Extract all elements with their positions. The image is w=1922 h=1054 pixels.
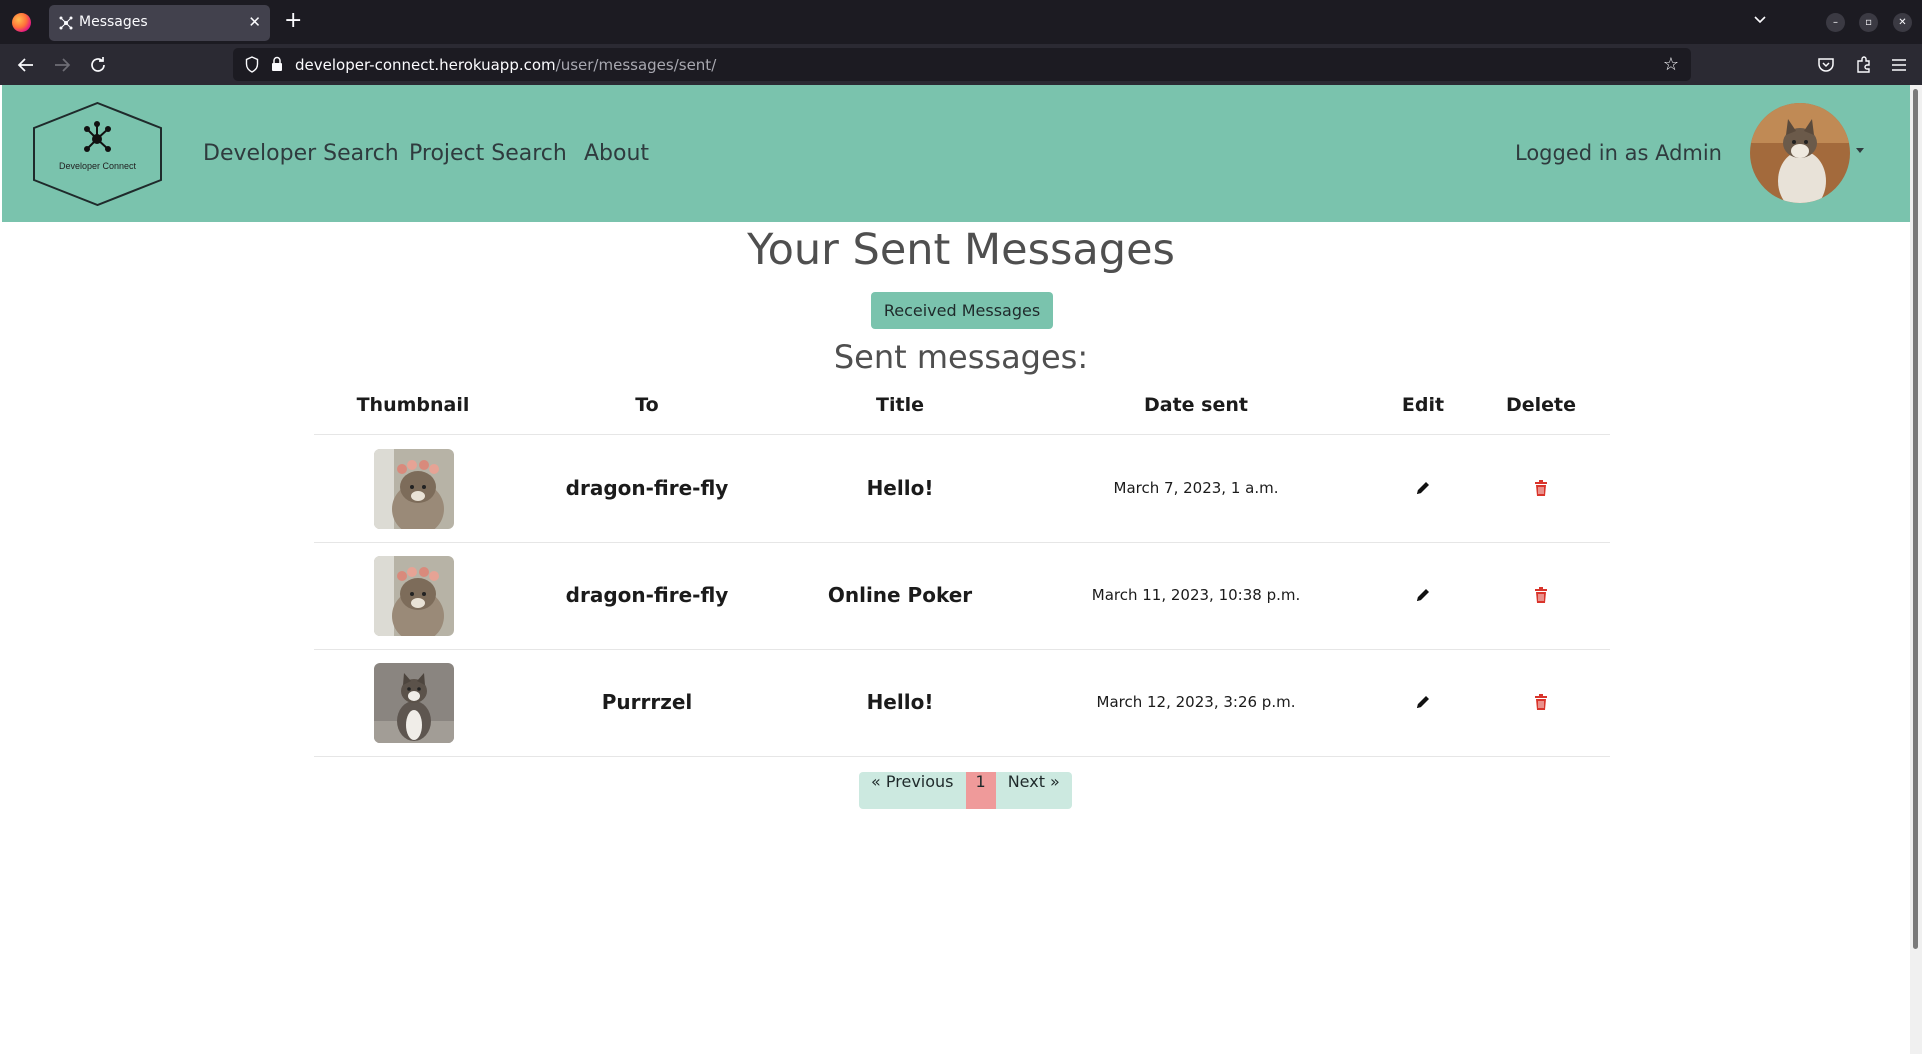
recipient-name[interactable]: dragon-fire-fly <box>566 583 729 607</box>
table-row: dragon-fire-fly Online Poker March 11, 2… <box>314 543 1610 650</box>
close-window-icon[interactable]: ✕ <box>1893 13 1912 32</box>
cat-flower-crown-icon <box>374 449 454 529</box>
message-date: March 11, 2023, 10:38 p.m. <box>1091 586 1301 604</box>
header-title: Title <box>876 394 924 416</box>
browser-navbar: developer-connect.herokuapp.com/user/mes… <box>0 44 1922 85</box>
page-title: Your Sent Messages <box>747 225 1175 275</box>
shield-icon[interactable] <box>245 56 259 73</box>
next-page-button[interactable]: Next » <box>995 772 1072 809</box>
firefox-icon[interactable] <box>12 13 31 32</box>
table-row: dragon-fire-fly Hello! March 7, 2023, 1 … <box>314 436 1610 543</box>
recipient-name[interactable]: dragon-fire-fly <box>566 476 729 500</box>
thumbnail-image[interactable] <box>374 449 454 529</box>
message-date: March 12, 2023, 3:26 p.m. <box>1096 693 1296 711</box>
previous-page-button[interactable]: « Previous <box>859 772 966 809</box>
received-messages-button[interactable]: Received Messages <box>871 292 1053 329</box>
trash-icon[interactable] <box>1532 479 1550 497</box>
logo-text: Developer Connect <box>58 161 137 171</box>
nav-developer-search[interactable]: Developer Search <box>203 141 399 166</box>
pencil-icon[interactable] <box>1414 586 1432 604</box>
pencil-icon[interactable] <box>1414 479 1432 497</box>
forward-icon[interactable] <box>51 54 73 76</box>
nav-about[interactable]: About <box>584 141 649 166</box>
thumbnail-image[interactable] <box>374 556 454 636</box>
table-row: Purrrzel Hello! March 12, 2023, 3:26 p.m… <box>314 650 1610 757</box>
pencil-icon[interactable] <box>1414 693 1432 711</box>
page-scrollbar[interactable] <box>1910 85 1922 1054</box>
cat-avatar-icon <box>1750 103 1850 203</box>
recipient-name[interactable]: Purrrzel <box>602 690 693 714</box>
header-to: To <box>635 394 659 416</box>
bookmark-star-icon[interactable]: ☆ <box>1663 54 1679 75</box>
message-title[interactable]: Hello! <box>867 476 934 500</box>
thumbnail-image[interactable] <box>374 663 454 743</box>
header-date-sent: Date sent <box>1144 394 1248 416</box>
user-menu-caret-icon[interactable] <box>1856 148 1864 153</box>
tabby-cat-icon <box>374 663 454 743</box>
minimize-icon[interactable]: – <box>1826 13 1845 32</box>
message-title[interactable]: Hello! <box>867 690 934 714</box>
message-date: March 7, 2023, 1 a.m. <box>1113 479 1279 497</box>
browser-tab[interactable]: Messages ✕ <box>49 5 270 41</box>
scrollbar-thumb[interactable] <box>1913 89 1918 949</box>
reload-icon[interactable] <box>87 54 109 76</box>
trash-icon[interactable] <box>1532 586 1550 604</box>
new-tab-button[interactable]: + <box>284 10 302 32</box>
url-path: /user/messages/sent/ <box>555 56 717 74</box>
pagination: « Previous 1 Next » <box>859 772 1072 809</box>
site-logo[interactable]: Developer Connect <box>32 101 163 207</box>
cat-flower-crown-icon <box>374 556 454 636</box>
user-avatar[interactable] <box>1750 103 1850 203</box>
address-bar[interactable]: developer-connect.herokuapp.com/user/mes… <box>233 48 1691 81</box>
table-header-divider <box>314 434 1610 435</box>
pocket-icon[interactable] <box>1816 55 1836 75</box>
current-page-button[interactable]: 1 <box>965 772 996 809</box>
section-subtitle: Sent messages: <box>833 338 1089 376</box>
logged-in-text: Logged in as Admin <box>1515 141 1722 165</box>
list-tabs-icon[interactable] <box>1752 12 1768 28</box>
browser-tabbar: Messages ✕ + – ▫ ✕ <box>0 0 1922 44</box>
header-thumbnail: Thumbnail <box>356 394 470 416</box>
tab-close-icon[interactable]: ✕ <box>248 13 261 31</box>
hexagon-logo-icon <box>33 101 162 207</box>
trash-icon[interactable] <box>1532 693 1550 711</box>
site-header: Developer Connect Developer Search Proje… <box>2 85 1910 222</box>
url-text[interactable]: developer-connect.herokuapp.com/user/mes… <box>295 56 716 74</box>
header-delete: Delete <box>1505 394 1577 416</box>
extensions-icon[interactable] <box>1853 55 1873 75</box>
url-domain: developer-connect.herokuapp.com <box>295 56 556 74</box>
header-edit: Edit <box>1401 394 1445 416</box>
menu-icon[interactable] <box>1889 55 1909 75</box>
lock-icon[interactable] <box>271 56 283 72</box>
restore-icon[interactable]: ▫ <box>1859 13 1878 32</box>
back-icon[interactable] <box>15 54 37 76</box>
favicon-icon <box>59 16 73 30</box>
nav-project-search[interactable]: Project Search <box>409 141 567 166</box>
tab-title: Messages <box>79 14 148 30</box>
message-title[interactable]: Online Poker <box>828 583 972 607</box>
